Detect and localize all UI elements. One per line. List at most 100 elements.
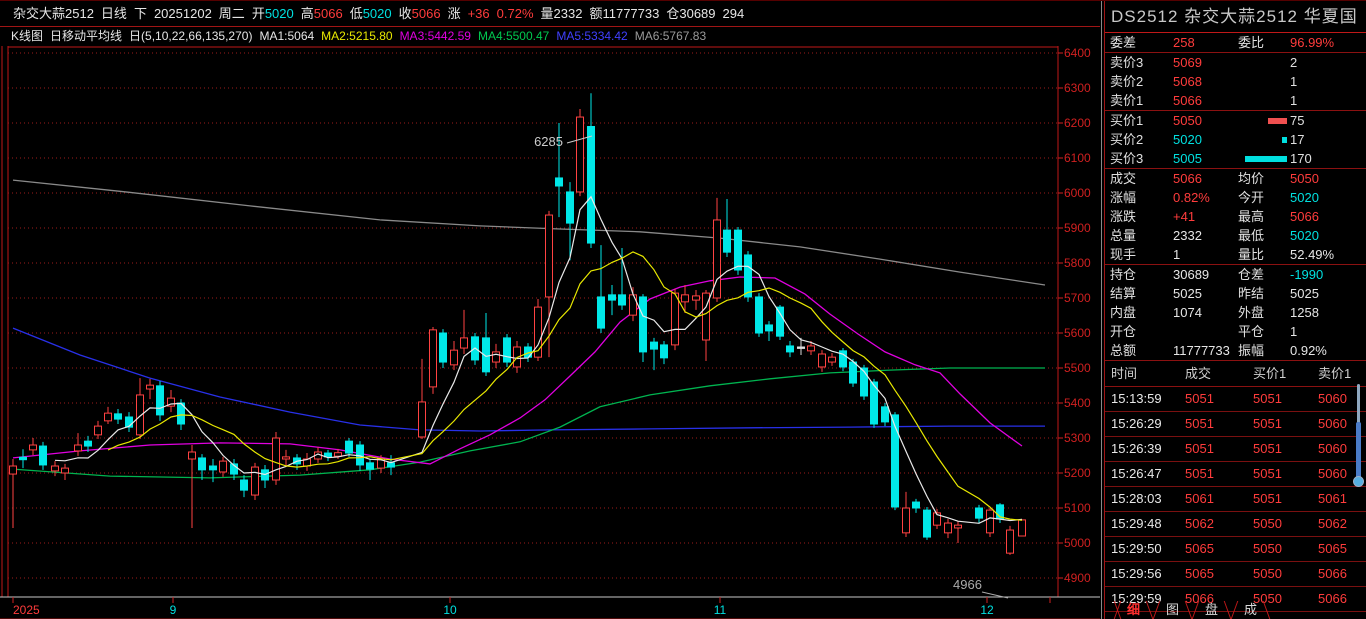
candle-18 xyxy=(199,458,206,470)
candle-40 xyxy=(451,350,458,365)
candle-71 xyxy=(777,307,784,336)
candle-85 xyxy=(924,510,931,537)
candle-8 xyxy=(95,426,102,435)
scrollbar-thumb[interactable] xyxy=(1356,422,1361,480)
summary-seg-0: 杂交大蒜2512 xyxy=(13,1,94,27)
summary-seg-5: 开 xyxy=(252,1,265,27)
y-tick-8: 5600 xyxy=(1064,326,1091,340)
summary-seg-2: 下 xyxy=(134,1,147,27)
x-tick-12: 12 xyxy=(980,603,994,617)
candle-14 xyxy=(157,386,164,415)
trade-row-0[interactable]: 15:13:59505150515060 xyxy=(1105,387,1366,412)
ma-seg-8: MA6:5767.83 xyxy=(635,28,706,45)
trade-list: 时间成交买价1卖价115:13:5950515051506015:26:2950… xyxy=(1105,361,1366,612)
trade-row-4[interactable]: 15:28:03506150515061 xyxy=(1105,487,1366,512)
y-tick-0: 6400 xyxy=(1064,46,1091,60)
y-tick-6: 5800 xyxy=(1064,256,1091,270)
trade-row-5[interactable]: 15:29:48506250505062 xyxy=(1105,512,1366,537)
quote-panel: DS2512 杂交大蒜2512 华夏国 委差258委比96.99%卖价35069… xyxy=(1101,1,1366,619)
candle-22 xyxy=(241,480,248,490)
y-tick-2: 6200 xyxy=(1064,116,1091,130)
candle-66 xyxy=(724,230,731,252)
candle-75 xyxy=(819,354,826,367)
summary-seg-4: 周二 xyxy=(219,1,245,27)
candle-41 xyxy=(461,338,468,348)
candle-62 xyxy=(682,295,689,302)
ma-seg-5: MA3:5442.59 xyxy=(400,28,471,45)
ladder-row-卖价1: 卖价150661 xyxy=(1105,91,1366,110)
candle-0 xyxy=(10,466,17,474)
candle-5 xyxy=(62,468,69,473)
candle-78 xyxy=(850,362,857,383)
candle-12 xyxy=(137,395,144,435)
candle-88 xyxy=(955,525,962,528)
x-tick-2025: 2025 xyxy=(13,603,40,617)
candle-84 xyxy=(913,502,920,508)
candle-67 xyxy=(735,230,742,270)
tab-盘[interactable]: 盘 xyxy=(1192,601,1231,619)
trade-row-6[interactable]: 15:29:50506550505065 xyxy=(1105,537,1366,562)
trading-terminal: 杂交大蒜2512日线下20251202周二开5020高5066低5020收506… xyxy=(0,0,1366,619)
stat-row-4: 现手1量比52.49% xyxy=(1105,245,1366,264)
tab-细[interactable]: 细 xyxy=(1114,601,1153,619)
candle-59 xyxy=(651,342,658,349)
candle-45 xyxy=(504,338,511,362)
candle-36 xyxy=(388,463,395,467)
candle-60 xyxy=(661,345,668,358)
trade-row-2[interactable]: 15:26:39505150515060 xyxy=(1105,437,1366,462)
trade-header: 时间成交买价1卖价1 xyxy=(1105,361,1366,387)
candle-9 xyxy=(105,413,112,421)
chart-svg[interactable]: 6400630062006100600059005800570056005500… xyxy=(0,46,1100,619)
ma-seg-0: K线图 xyxy=(11,28,43,45)
annotation-6285: 6285 xyxy=(534,134,563,149)
quote-panel-title: DS2512 杂交大蒜2512 华夏国 xyxy=(1105,1,1366,33)
summary-seg-12: 5066 xyxy=(412,1,441,27)
trade-list-scrollbar[interactable] xyxy=(1354,384,1363,496)
trade-row-3[interactable]: 15:26:47505150515060 xyxy=(1105,462,1366,487)
candle-4 xyxy=(52,466,59,471)
tab-成[interactable]: 成 xyxy=(1231,601,1270,619)
stat-row-7: 内盘1074外盘1258 xyxy=(1105,303,1366,322)
trade-row-7[interactable]: 15:29:56506550505066 xyxy=(1105,562,1366,587)
y-tick-4: 6000 xyxy=(1064,186,1091,200)
ma-seg-3: MA1:5064 xyxy=(259,28,314,45)
contract-summary-bar: 杂交大蒜2512日线下20251202周二开5020高5066低5020收506… xyxy=(0,1,1100,27)
scrollbar-thumb-bulb[interactable] xyxy=(1353,476,1364,487)
stat-row-8: 开仓平仓1 xyxy=(1105,322,1366,341)
ladder-row-卖价2: 卖价250681 xyxy=(1105,72,1366,91)
ma-line-MA6 xyxy=(13,180,1045,285)
y-tick-5: 5900 xyxy=(1064,221,1091,235)
ladder-row-买价1: 买价1505075 xyxy=(1105,111,1366,130)
candle-37 xyxy=(419,402,426,437)
candle-32 xyxy=(346,441,353,453)
candle-73 xyxy=(798,347,805,348)
ma-seg-6: MA4:5500.47 xyxy=(478,28,549,45)
candle-57 xyxy=(630,295,637,315)
summary-seg-1: 日线 xyxy=(101,1,127,27)
candle-7 xyxy=(85,441,92,446)
summary-seg-15: 0.72% xyxy=(497,1,534,27)
candle-92 xyxy=(1007,530,1014,553)
candle-25 xyxy=(273,438,280,480)
candle-55 xyxy=(609,295,616,300)
annotation-4966: 4966 xyxy=(953,577,982,592)
candlestick-chart[interactable]: 6400630062006100600059005800570056005500… xyxy=(0,46,1100,619)
ma-line-MA4 xyxy=(13,368,1045,478)
candle-68 xyxy=(745,255,752,297)
candle-31 xyxy=(335,453,342,457)
candle-63 xyxy=(693,296,700,300)
candle-54 xyxy=(598,297,605,328)
candle-33 xyxy=(357,445,364,465)
stat-row-0: 成交5066均价5050 xyxy=(1105,169,1366,188)
ladder-row-买价3: 买价35005170 xyxy=(1105,149,1366,168)
stat-row-1: 涨幅0.82%今开5020 xyxy=(1105,188,1366,207)
trade-row-1[interactable]: 15:26:29505150515060 xyxy=(1105,412,1366,437)
candle-6 xyxy=(75,445,82,451)
tab-图[interactable]: 图 xyxy=(1153,601,1192,619)
candle-38 xyxy=(430,330,437,387)
summary-seg-20: 仓 xyxy=(666,1,679,27)
candle-1 xyxy=(20,457,27,459)
x-tick-10: 10 xyxy=(443,603,457,617)
summary-seg-6: 5020 xyxy=(265,1,294,27)
candle-89 xyxy=(976,508,983,518)
